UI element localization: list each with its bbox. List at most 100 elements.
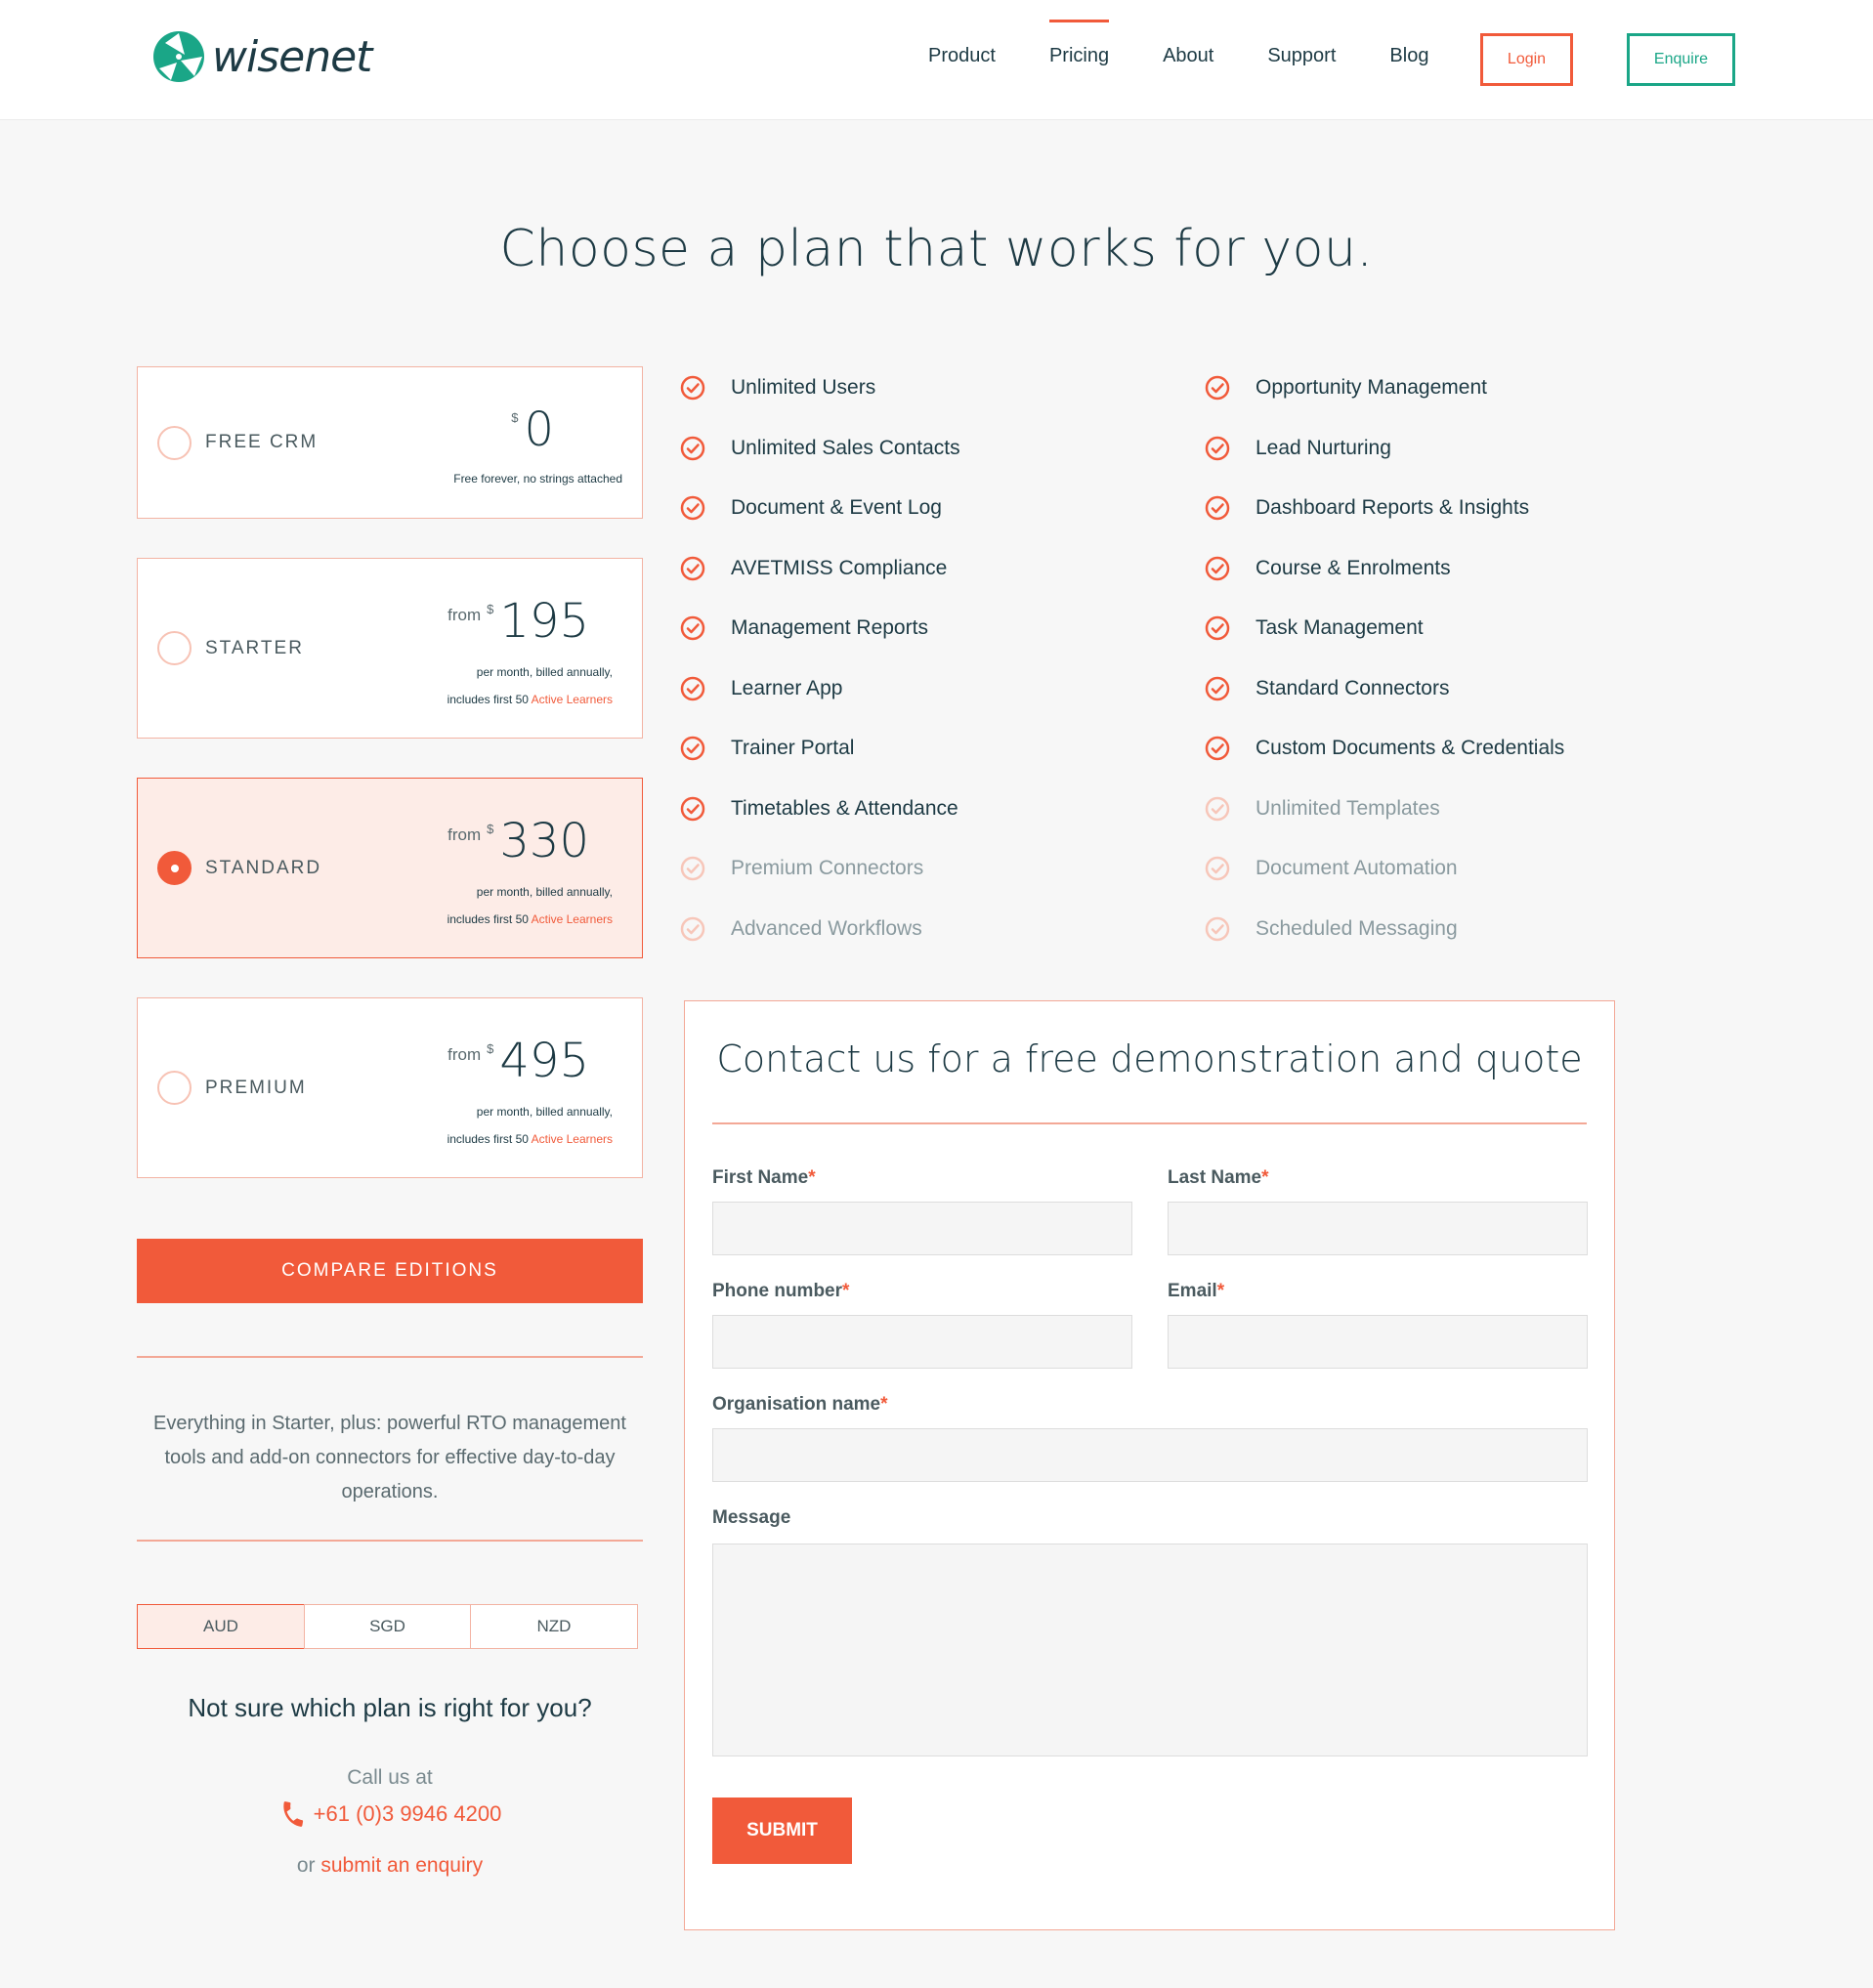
submit-button[interactable]: SUBMIT: [712, 1798, 852, 1864]
plan-note-line: includes first 50 Active Learners: [447, 912, 613, 926]
divider: [137, 1540, 643, 1542]
feature-label: Course & Enrolments: [1256, 556, 1451, 579]
plan-note-line: per month, billed annually,: [476, 1105, 613, 1119]
feature-item: Unlimited Users: [680, 375, 875, 401]
feature-item: Learner App: [680, 676, 842, 701]
last-name-label: Last Name*: [1168, 1167, 1269, 1188]
currency-nzd[interactable]: NZD: [470, 1604, 638, 1649]
nav-pricing[interactable]: Pricing: [1048, 0, 1110, 120]
feature-label: Advanced Workflows: [731, 916, 922, 940]
email-label: Email*: [1168, 1281, 1225, 1301]
check-circle-icon: [1205, 495, 1230, 521]
plan-from: from: [447, 1045, 482, 1064]
plan-price: from $ 330: [447, 814, 589, 868]
wisenet-logo-icon: [153, 31, 204, 82]
email-field[interactable]: [1168, 1315, 1588, 1369]
active-learners-link[interactable]: Active Learners: [532, 693, 613, 706]
plan-note-line: Free forever, no strings attached: [453, 472, 622, 486]
feature-item: Document Automation: [1205, 856, 1458, 881]
site-header: wisenet Product Pricing About Support Bl…: [0, 0, 1873, 120]
feature-label: Timetables & Attendance: [731, 796, 958, 820]
contact-form: Contact us for a free demonstration and …: [684, 1000, 1615, 1930]
organisation-field[interactable]: [712, 1428, 1588, 1482]
currency-sgd[interactable]: SGD: [303, 1604, 472, 1649]
feature-label: Unlimited Sales Contacts: [731, 436, 960, 459]
logo[interactable]: wisenet: [151, 29, 372, 84]
check-circle-icon: [680, 436, 705, 460]
plan-amount: 495: [499, 1034, 589, 1088]
feature-item: Scheduled Messaging: [1205, 916, 1458, 942]
plan-card-standard[interactable]: STANDARD from $ 330 per month, billed an…: [137, 778, 643, 958]
message-label: Message: [712, 1507, 791, 1528]
plan-radio[interactable]: [157, 631, 192, 665]
plan-name: PREMIUM: [205, 1078, 307, 1098]
plan-amount: 0: [524, 402, 554, 457]
check-circle-icon: [1205, 436, 1230, 460]
check-circle-icon: [1205, 796, 1230, 821]
nav-product[interactable]: Product: [928, 0, 996, 120]
help-title: Not sure which plan is right for you?: [188, 1693, 592, 1722]
plan-note-line: includes first 50 Active Learners: [447, 693, 613, 706]
check-circle-icon: [680, 856, 705, 881]
compare-editions-button[interactable]: COMPARE EDITIONS: [137, 1239, 643, 1303]
plan-from: from: [447, 825, 482, 844]
call-label: Call us at: [347, 1766, 433, 1789]
first-name-field[interactable]: [712, 1202, 1132, 1255]
feature-item: Custom Documents & Credentials: [1205, 736, 1564, 761]
plan-radio[interactable]: [157, 426, 192, 460]
plan-radio-selected[interactable]: [157, 851, 192, 885]
feature-label: Opportunity Management: [1256, 376, 1487, 399]
enquire-button[interactable]: Enquire: [1627, 33, 1735, 86]
feature-item: Opportunity Management: [1205, 375, 1487, 401]
feature-label: Custom Documents & Credentials: [1256, 737, 1565, 759]
currency-aud[interactable]: AUD: [137, 1604, 305, 1649]
plan-card-free-crm[interactable]: FREE CRM $ 0 Free forever, no strings at…: [137, 366, 643, 519]
feature-item: Unlimited Templates: [1205, 796, 1440, 822]
divider: [137, 1356, 643, 1358]
last-name-field[interactable]: [1168, 1202, 1588, 1255]
plan-price: from $ 195: [447, 594, 589, 649]
feature-item: Dashboard Reports & Insights: [1205, 495, 1529, 521]
check-circle-icon: [680, 916, 705, 941]
active-learners-link[interactable]: Active Learners: [532, 1132, 613, 1146]
feature-item: AVETMISS Compliance: [680, 556, 947, 581]
page-title: Choose a plan that works for you.: [499, 220, 1374, 278]
contact-title: Contact us for a free demonstration and …: [716, 1037, 1583, 1080]
feature-label: Dashboard Reports & Insights: [1256, 496, 1530, 519]
login-button[interactable]: Login: [1480, 33, 1573, 86]
enquiry-line: or submit an enquiry: [296, 1854, 484, 1877]
phone-link[interactable]: +61 (0)3 9946 4200: [137, 1799, 643, 1829]
nav-blog[interactable]: Blog: [1389, 0, 1428, 120]
feature-item: Premium Connectors: [680, 856, 923, 881]
submit-enquiry-link[interactable]: submit an enquiry: [320, 1854, 483, 1877]
feature-item: Advanced Workflows: [680, 916, 922, 942]
phone-icon: [282, 1801, 303, 1827]
main-nav: Product Pricing About Support Blog: [928, 0, 1482, 120]
phone-field[interactable]: [712, 1315, 1132, 1369]
currency-symbol: $: [511, 410, 519, 425]
check-circle-icon: [1205, 375, 1230, 401]
feature-label: Management Reports: [731, 616, 928, 639]
feature-label: Standard Connectors: [1256, 676, 1450, 699]
check-circle-icon: [1205, 676, 1230, 700]
nav-support[interactable]: Support: [1267, 0, 1336, 120]
message-field[interactable]: [712, 1544, 1588, 1756]
check-circle-icon: [680, 375, 705, 401]
active-learners-link[interactable]: Active Learners: [532, 912, 613, 926]
check-circle-icon: [1205, 556, 1230, 580]
nav-about[interactable]: About: [1163, 0, 1213, 120]
feature-label: Trainer Portal: [731, 737, 855, 759]
plan-note-line: per month, billed annually,: [476, 885, 613, 899]
plan-radio[interactable]: [157, 1071, 192, 1105]
divider: [712, 1122, 1587, 1124]
plan-card-premium[interactable]: PREMIUM from $ 495 per month, billed ann…: [137, 997, 643, 1178]
first-name-label: First Name*: [712, 1167, 816, 1188]
currency-symbol: $: [487, 602, 494, 616]
plan-description: Everything in Starter, plus: powerful RT…: [153, 1413, 626, 1502]
plan-note-line: per month, billed annually,: [476, 665, 613, 679]
plan-price: $ 0: [511, 402, 554, 457]
feature-label: Scheduled Messaging: [1256, 916, 1458, 940]
check-circle-icon: [680, 736, 705, 761]
plan-card-starter[interactable]: STARTER from $ 195 per month, billed ann…: [137, 558, 643, 739]
check-circle-icon: [680, 796, 705, 821]
